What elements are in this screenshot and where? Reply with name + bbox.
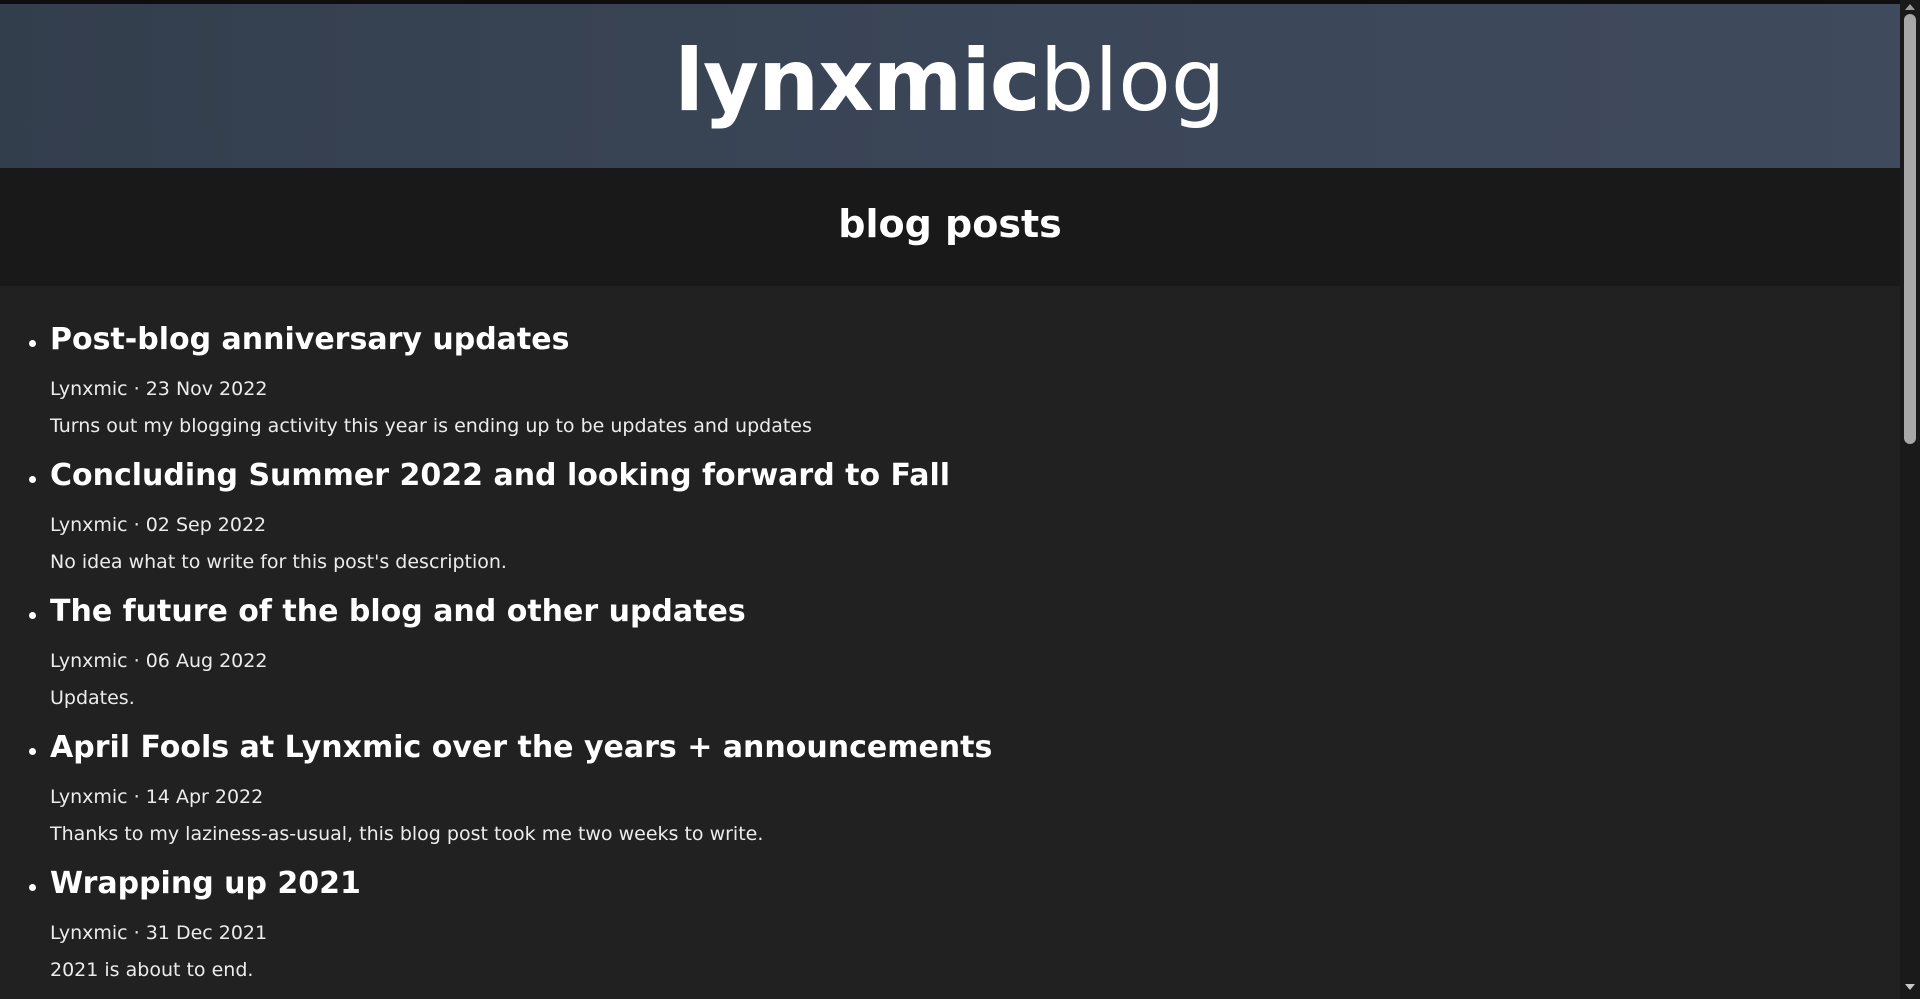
post-meta: Lynxmic · 06 Aug 2022	[50, 650, 268, 672]
post-list-area: Post-blog anniversary updates Lynxmic · …	[0, 286, 1900, 999]
post-description: Turns out my blogging activity this year…	[50, 415, 812, 437]
post-description: Updates.	[50, 687, 135, 709]
post-meta: Lynxmic · 02 Sep 2022	[50, 514, 267, 536]
post-title-link[interactable]: Post-blog anniversary updates	[50, 315, 1900, 365]
post-list: Post-blog anniversary updates Lynxmic · …	[0, 315, 1900, 995]
section-header: blog posts	[0, 168, 1900, 286]
page-title: blog posts	[838, 202, 1062, 246]
post-meta: Lynxmic · 14 Apr 2022	[50, 786, 264, 808]
post-title-link[interactable]: The future of the blog and other updates	[50, 587, 1900, 637]
scrollbar-thumb[interactable]	[1904, 14, 1916, 444]
bullet-icon	[29, 340, 36, 347]
post-meta: Lynxmic · 31 Dec 2021	[50, 922, 268, 944]
logo-text-blog: blog	[1039, 31, 1226, 131]
post-item: April Fools at Lynxmic over the years + …	[0, 723, 1900, 859]
logo-text-lynxmic: lynxmic	[674, 31, 1040, 131]
post-title-link[interactable]: Concluding Summer 2022 and looking forwa…	[50, 451, 1900, 501]
post-description: No idea what to write for this post's de…	[50, 551, 507, 573]
site-banner: lynxmic blog	[0, 4, 1900, 168]
post-item: Post-blog anniversary updates Lynxmic · …	[0, 315, 1900, 451]
post-title-link[interactable]: Wrapping up 2021	[50, 859, 1900, 909]
bullet-icon	[29, 884, 36, 891]
post-item: The future of the blog and other updates…	[0, 587, 1900, 723]
bullet-icon	[29, 748, 36, 755]
post-description: Thanks to my laziness-as-usual, this blo…	[50, 823, 764, 845]
site-logo[interactable]: lynxmic blog	[674, 38, 1225, 124]
scroll-up-arrow-icon[interactable]	[1905, 4, 1915, 10]
post-title-link[interactable]: April Fools at Lynxmic over the years + …	[50, 723, 1900, 773]
post-description: 2021 is about to end.	[50, 959, 254, 981]
bullet-icon	[29, 476, 36, 483]
blog-page: lynxmic blog blog posts Post-blog annive…	[0, 0, 1920, 999]
post-item: Wrapping up 2021 Lynxmic · 31 Dec 2021 2…	[0, 859, 1900, 995]
vertical-scrollbar[interactable]	[1900, 0, 1920, 999]
scroll-down-arrow-icon[interactable]	[1905, 984, 1915, 990]
post-meta: Lynxmic · 23 Nov 2022	[50, 378, 268, 400]
post-item: Concluding Summer 2022 and looking forwa…	[0, 451, 1900, 587]
bullet-icon	[29, 612, 36, 619]
